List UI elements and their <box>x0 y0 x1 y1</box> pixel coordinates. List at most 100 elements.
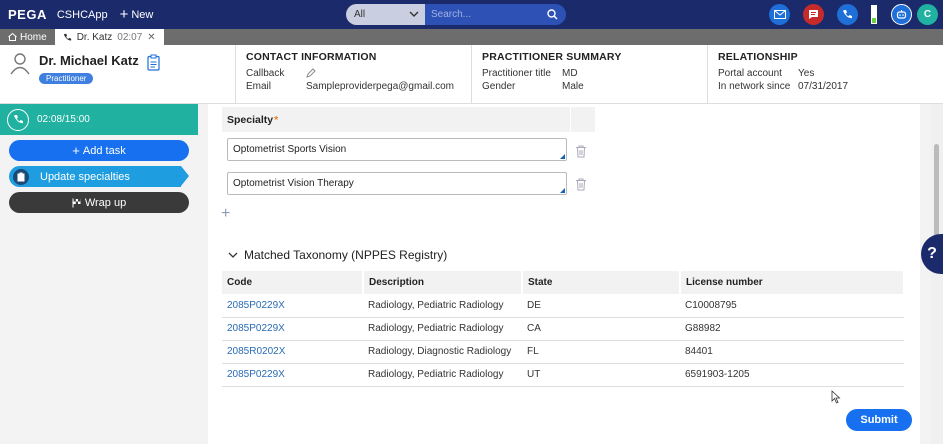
taxonomy-section-toggle[interactable]: Matched Taxonomy (NPPES Registry) <box>228 248 447 262</box>
call-timer: 02:08/15:00 <box>37 114 90 125</box>
specialty-input[interactable]: Optometrist Sports Vision <box>227 138 567 161</box>
chat-icon[interactable] <box>803 4 824 25</box>
network-value: 07/31/2017 <box>798 81 849 92</box>
avatar[interactable]: C <box>917 4 938 25</box>
plus-icon: + <box>72 143 80 158</box>
portal-value: Yes <box>798 68 815 79</box>
wrap-up-button[interactable]: Wrap up <box>9 192 189 213</box>
clipboard-icon[interactable] <box>147 54 160 71</box>
add-specialty-button[interactable]: + <box>221 206 230 222</box>
search-scope-select[interactable]: All <box>346 4 425 25</box>
table-row: 2085P0229X Radiology, Pediatric Radiolog… <box>222 294 904 318</box>
taxonomy-state: FL <box>522 340 680 364</box>
taxonomy-state: DE <box>522 294 680 318</box>
search-bar: All Search... <box>346 4 566 25</box>
phone-icon[interactable] <box>837 4 858 25</box>
practitioner-summary-section: PRACTITIONER SUMMARY Practitioner title M… <box>471 45 707 104</box>
column-header-license[interactable]: License number <box>680 271 905 294</box>
close-icon[interactable]: ✕ <box>147 32 155 43</box>
taxonomy-license: C10008795 <box>680 294 904 318</box>
new-button[interactable]: + New <box>119 6 154 23</box>
pega-logo[interactable]: PEGA <box>8 7 47 22</box>
contact-information-section: CONTACT INFORMATION Callback Email Sample… <box>235 45 471 104</box>
table-row: 2085R0202X Radiology, Diagnostic Radiolo… <box>222 340 904 364</box>
table-header-row: Code Description State License number <box>222 271 905 294</box>
search-input[interactable]: Search... <box>425 4 566 25</box>
specialty-value: Optometrist Vision Therapy <box>233 178 354 189</box>
interaction-header: Dr. Michael Katz Practitioner CONTACT IN… <box>0 45 943 104</box>
taxonomy-table: Code Description State License number 20… <box>222 271 905 387</box>
main-content: Specialty * Optometrist Sports Vision Op… <box>208 104 920 444</box>
network-label: In network since <box>718 81 791 92</box>
specialty-value: Optometrist Sports Vision <box>233 144 347 155</box>
relationship-section: RELATIONSHIP Portal account Yes In networ… <box>707 45 943 104</box>
phone-icon <box>63 33 71 40</box>
table-row: 2085P0229X Radiology, Pediatric Radiolog… <box>222 317 904 341</box>
add-task-label: Add task <box>82 144 126 157</box>
specialty-input[interactable]: Optometrist Vision Therapy <box>227 172 567 195</box>
section-title: RELATIONSHIP <box>718 51 798 63</box>
pencil-icon[interactable] <box>306 68 316 78</box>
taxonomy-code-link[interactable]: 2085R0202X <box>222 340 363 364</box>
submit-button[interactable]: Submit <box>846 409 912 431</box>
wrap-up-label: Wrap up <box>84 196 127 209</box>
email-value[interactable]: Sampleproviderpega@gmail.com <box>306 80 454 93</box>
new-label: New <box>131 8 154 21</box>
table-row: 2085P0229X Radiology, Pediatric Radiolog… <box>222 363 904 387</box>
taxonomy-state: CA <box>522 317 680 341</box>
add-task-button[interactable]: + Add task <box>9 140 189 161</box>
taxonomy-license: 84401 <box>680 340 904 364</box>
app-name[interactable]: CSHCApp <box>57 9 108 21</box>
section-title: PRACTITIONER SUMMARY <box>482 51 622 63</box>
flag-icon <box>72 198 81 207</box>
assistant-icon[interactable] <box>891 4 912 25</box>
trash-icon[interactable] <box>575 178 587 191</box>
phone-icon[interactable] <box>7 108 29 131</box>
user-icon <box>10 53 30 75</box>
scrollbar[interactable] <box>931 104 943 444</box>
column-header-state[interactable]: State <box>522 271 681 294</box>
clipboard-icon <box>13 168 29 185</box>
update-specialties-button[interactable]: Update specialties <box>9 166 189 187</box>
taxonomy-title: Matched Taxonomy (NPPES Registry) <box>244 248 448 262</box>
update-specialties-label: Update specialties <box>40 170 130 183</box>
taxonomy-code-link[interactable]: 2085P0229X <box>222 317 363 341</box>
taxonomy-code-link[interactable]: 2085P0229X <box>222 363 363 387</box>
contact-identity: Dr. Michael Katz Practitioner <box>10 51 230 99</box>
email-label: Email <box>246 81 272 92</box>
battery-icon <box>871 5 877 24</box>
plus-icon: + <box>119 6 129 23</box>
taxonomy-code-link[interactable]: 2085P0229X <box>222 294 363 318</box>
chevron-down-icon <box>409 11 419 17</box>
tab-home[interactable]: Home <box>0 29 55 45</box>
search-scope-value: All <box>354 9 366 20</box>
tab-bar: Home Dr. Katz 02:07 ✕ <box>0 29 943 45</box>
mouse-cursor-icon <box>831 390 841 404</box>
header-divider <box>570 107 571 132</box>
sidebar: 02:08/15:00 + Add task Update specialtie… <box>0 104 198 444</box>
specialty-header: Specialty * <box>222 107 595 132</box>
portal-label: Portal account <box>718 68 782 79</box>
gender-value: Male <box>562 81 584 92</box>
taxonomy-description: Radiology, Pediatric Radiology <box>363 363 522 387</box>
taxonomy-license: 6591903-1205 <box>680 363 904 387</box>
call-timer-bar: 02:08/15:00 <box>0 104 198 135</box>
specialty-header-label: Specialty <box>227 113 274 126</box>
tab-home-label: Home <box>20 31 47 43</box>
gender-label: Gender <box>482 81 516 92</box>
search-icon[interactable] <box>547 9 558 20</box>
taxonomy-state: UT <box>522 363 680 387</box>
column-header-code[interactable]: Code <box>222 271 364 294</box>
title-label: Practitioner title <box>482 68 551 79</box>
taxonomy-description: Radiology, Diagnostic Radiology <box>363 340 522 364</box>
search-placeholder: Search... <box>431 9 472 20</box>
role-badge: Practitioner <box>39 73 94 84</box>
title-value: MD <box>562 68 578 79</box>
chevron-down-icon <box>228 252 238 258</box>
trash-icon[interactable] <box>575 145 587 158</box>
tab-dr-katz[interactable]: Dr. Katz 02:07 ✕ <box>54 29 164 45</box>
taxonomy-description: Radiology, Pediatric Radiology <box>363 317 522 341</box>
column-header-description[interactable]: Description <box>363 271 523 294</box>
email-icon[interactable] <box>769 4 790 25</box>
help-button[interactable]: ? <box>921 234 943 274</box>
